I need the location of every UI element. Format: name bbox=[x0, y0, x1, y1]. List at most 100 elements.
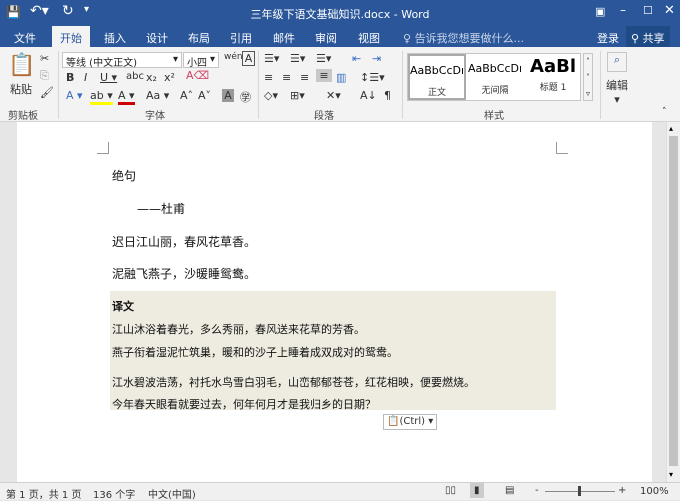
ribbon-display-icon[interactable]: ▣ bbox=[595, 5, 605, 18]
increase-indent-button[interactable]: ⇥ bbox=[372, 52, 381, 65]
enclose-char-icon[interactable]: ㊫ bbox=[240, 89, 251, 105]
clear-formatting-icon[interactable]: A⌫ bbox=[186, 69, 209, 82]
grow-font-button[interactable]: A˄ bbox=[180, 89, 193, 102]
tab-design[interactable]: 设计 bbox=[146, 30, 168, 46]
phonetic-guide-icon[interactable]: wén bbox=[224, 52, 243, 62]
translation-line: 江山沐浴着春光，多么秀丽，春风送来花草的芳香。 bbox=[112, 323, 365, 336]
align-right-button[interactable]: ≡ bbox=[300, 71, 309, 84]
close-icon[interactable]: ✕ bbox=[664, 3, 675, 18]
print-layout-icon[interactable]: ▮ bbox=[470, 483, 484, 498]
change-case-button[interactable]: Aa ▾ bbox=[146, 89, 169, 102]
style-no-spacing[interactable]: AaBbCcDı 无间隔 bbox=[466, 54, 524, 100]
document-page[interactable]: 绝句 ——杜甫 迟日江山丽，春风花草香。 泥融飞燕子，沙暖睡鸳鸯。 译文 江山沐… bbox=[17, 122, 652, 482]
justify-button[interactable]: ≡ bbox=[316, 69, 332, 82]
decrease-indent-button[interactable]: ⇤ bbox=[352, 52, 361, 65]
translation-line: 江水碧波浩荡，衬托水鸟雪白羽毛，山峦郁郁苍苍，红花相映，便要燃烧。 bbox=[112, 376, 475, 389]
poem-line: 泥融飞燕子，沙暖睡鸳鸯。 bbox=[112, 267, 257, 281]
share-label: 共享 bbox=[642, 32, 665, 45]
web-layout-icon[interactable]: ▤ bbox=[505, 485, 514, 496]
zoom-out-button[interactable]: - bbox=[535, 485, 539, 496]
text-effects-button[interactable]: A ▾ bbox=[66, 89, 83, 102]
scroll-up-icon[interactable]: ▴ bbox=[669, 124, 673, 133]
document-area: 绝句 ——杜甫 迟日江山丽，春风花草香。 泥融飞燕子，沙暖睡鸳鸯。 译文 江山沐… bbox=[0, 122, 666, 482]
bold-button[interactable]: B bbox=[66, 71, 74, 84]
copy-icon[interactable]: ⎘ bbox=[40, 69, 49, 83]
style-heading-1[interactable]: AaBl 标题 1 bbox=[524, 54, 582, 100]
italic-button[interactable]: I bbox=[84, 71, 87, 84]
window-title: 三年级下语文基础知识.docx - Word bbox=[250, 8, 430, 21]
align-left-button[interactable]: ≡ bbox=[264, 71, 273, 84]
zoom-in-button[interactable]: + bbox=[618, 485, 626, 496]
distributed-button[interactable]: ▥ bbox=[336, 71, 346, 84]
tell-me-placeholder: 告诉我您想要做什么... bbox=[414, 32, 525, 45]
scroll-down-icon[interactable]: ▾ bbox=[669, 470, 673, 479]
borders-button[interactable]: ⊞▾ bbox=[290, 89, 305, 102]
bullets-button[interactable]: ☰▾ bbox=[264, 52, 279, 65]
language[interactable]: 中文(中国) bbox=[148, 486, 196, 501]
tab-review[interactable]: 审阅 bbox=[315, 30, 337, 46]
superscript-button[interactable]: x² bbox=[164, 71, 175, 84]
tab-mailings[interactable]: 邮件 bbox=[273, 30, 295, 46]
style-normal[interactable]: AaBbCcDı 正文 bbox=[408, 54, 466, 100]
word-count[interactable]: 136 个字 bbox=[93, 486, 135, 501]
group-font: 字体 bbox=[145, 111, 165, 122]
line-spacing-button[interactable]: ↕☰▾ bbox=[360, 71, 385, 84]
font-name-select[interactable]: 等线 (中文正文) ▾ bbox=[62, 52, 182, 69]
styles-scroll[interactable]: ˄ ˅ ▿ bbox=[583, 53, 593, 101]
style-sample: AaBbCcDı bbox=[467, 62, 523, 75]
crop-mark bbox=[97, 142, 109, 154]
editing-label: 编辑 bbox=[606, 79, 628, 92]
tab-home[interactable]: 开始 bbox=[52, 26, 90, 47]
align-center-button[interactable]: ≡ bbox=[282, 71, 291, 84]
tab-insert[interactable]: 插入 bbox=[104, 30, 126, 46]
zoom-level[interactable]: 100% bbox=[640, 486, 669, 497]
poem-title: 绝句 bbox=[112, 169, 137, 183]
share-button[interactable]: ⚲ 共享 bbox=[626, 26, 670, 47]
signin-link[interactable]: 登录 bbox=[597, 30, 619, 46]
char-shading-icon[interactable]: A bbox=[222, 89, 234, 102]
cut-icon[interactable]: ✂ bbox=[40, 52, 49, 65]
scroll-thumb[interactable] bbox=[669, 136, 678, 466]
find-icon[interactable]: ⌕ bbox=[607, 52, 627, 72]
underline-button[interactable]: U ▾ bbox=[100, 71, 117, 84]
zoom-slider-thumb[interactable] bbox=[578, 486, 581, 496]
paste-options-label: (Ctrl) bbox=[399, 416, 426, 427]
paste-button[interactable]: 粘贴 bbox=[10, 81, 32, 97]
font-size-select[interactable]: 小四 ▾ bbox=[183, 52, 219, 69]
paste-options-button[interactable]: 📋(Ctrl) ▾ bbox=[383, 414, 438, 430]
chinese-layout-button[interactable]: ✕▾ bbox=[326, 89, 341, 102]
tab-file[interactable]: 文件 bbox=[14, 30, 36, 46]
tab-layout[interactable]: 布局 bbox=[188, 30, 210, 46]
strikethrough-button[interactable]: abc bbox=[126, 71, 144, 82]
format-painter-icon[interactable]: 🖌 bbox=[40, 86, 54, 99]
highlight-button[interactable]: ab ▾ bbox=[90, 89, 113, 105]
maximize-icon[interactable]: ☐ bbox=[643, 4, 653, 17]
style-sample: AaBl bbox=[530, 56, 576, 77]
shrink-font-button[interactable]: A˅ bbox=[198, 89, 211, 102]
multilevel-list-button[interactable]: ☰▾ bbox=[316, 52, 331, 65]
tell-me-input[interactable]: ♀ 告诉我您想要做什么... bbox=[403, 30, 524, 46]
font-color-button[interactable]: A ▾ bbox=[118, 89, 135, 105]
subscript-button[interactable]: x₂ bbox=[146, 71, 157, 84]
font-name-value: 等线 (中文正文) bbox=[66, 58, 137, 69]
tab-view[interactable]: 视图 bbox=[358, 30, 380, 46]
title-bar: 💾 ↶▾ ↻ ▾ 三年级下语文基础知识.docx - Word ▣ – ☐ ✕ bbox=[0, 0, 680, 26]
show-marks-button[interactable]: ¶ bbox=[384, 89, 391, 102]
page-count[interactable]: 第 1 页，共 1 页 bbox=[6, 486, 81, 501]
ribbon: 📋 粘贴 ✂ ⎘ 🖌 剪贴板 等线 (中文正文) ▾ 小四 ▾ wén A B I … bbox=[0, 47, 680, 122]
status-bar: 第 1 页，共 1 页 136 个字 中文(中国) ▯▯ ▮ ▤ - + 100… bbox=[0, 482, 680, 501]
sort-button[interactable]: A↓ bbox=[360, 89, 377, 102]
minimize-icon[interactable]: – bbox=[620, 3, 626, 17]
char-border-icon[interactable]: A bbox=[242, 51, 255, 66]
shading-button[interactable]: ◇▾ bbox=[264, 89, 278, 102]
read-mode-icon[interactable]: ▯▯ bbox=[445, 485, 456, 496]
numbering-button[interactable]: ☰▾ bbox=[290, 52, 305, 65]
ribbon-tabs: 文件 开始 插入 设计 布局 引用 邮件 审阅 视图 ♀ 告诉我您想要做什么..… bbox=[0, 26, 680, 47]
tab-references[interactable]: 引用 bbox=[230, 30, 252, 46]
paste-icon[interactable]: 📋 bbox=[8, 53, 35, 78]
vertical-scrollbar[interactable]: ▴ ▾ bbox=[666, 122, 680, 482]
crop-mark bbox=[556, 142, 568, 154]
clipboard-icon: 📋 bbox=[387, 416, 400, 427]
collapse-ribbon-icon[interactable]: ˄ bbox=[662, 107, 667, 117]
editing-button[interactable]: 编辑 ▾ bbox=[606, 77, 628, 106]
